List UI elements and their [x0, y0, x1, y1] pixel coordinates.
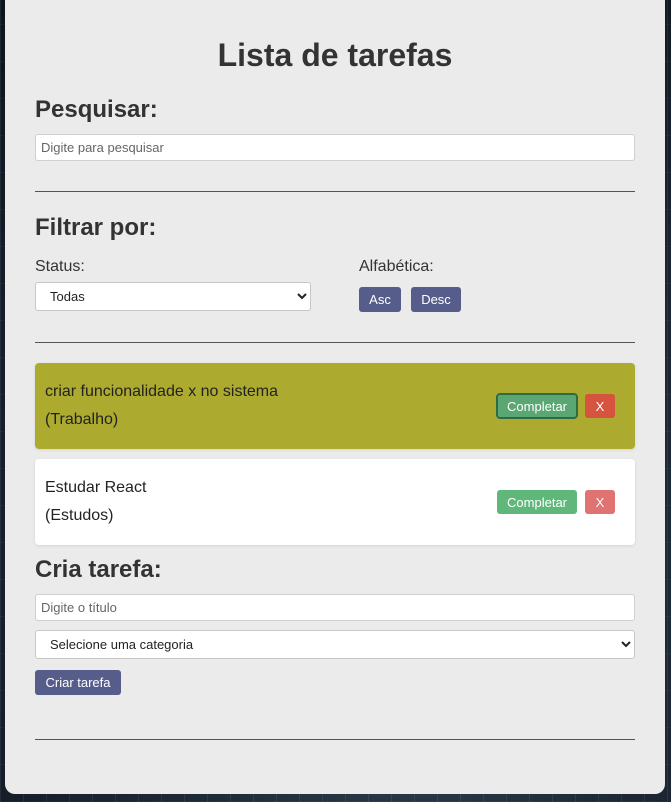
remove-task-button[interactable]: X — [585, 394, 615, 418]
category-select[interactable]: Selecione uma categoria — [35, 630, 635, 659]
task-category: (Trabalho) — [45, 411, 119, 428]
remove-task-button[interactable]: X — [585, 490, 615, 514]
search-section-title: Pesquisar: — [35, 96, 158, 123]
task-item: Estudar React (Estudos) Completar X — [35, 459, 635, 545]
task-text: Estudar React (Estudos) — [45, 474, 497, 530]
todo-app-panel: Lista de tarefas Pesquisar: Filtrar por:… — [5, 0, 665, 794]
task-item: criar funcionalidade x no sistema (Traba… — [35, 363, 635, 449]
complete-task-button[interactable]: Completar — [497, 490, 577, 514]
status-label: Status: — [35, 258, 85, 275]
filter-controls: Status: Todas Alfabética: Asc Desc — [35, 258, 635, 312]
divider — [35, 739, 635, 740]
task-title: Estudar React — [45, 479, 147, 496]
divider — [35, 191, 635, 192]
task-title-input[interactable] — [35, 594, 635, 621]
sort-asc-button[interactable]: Asc — [359, 287, 401, 312]
create-section-title: Cria tarefa: — [35, 556, 162, 583]
search-input[interactable] — [35, 134, 635, 161]
task-text: criar funcionalidade x no sistema (Traba… — [45, 378, 497, 434]
alphabetical-label: Alfabética: — [359, 258, 434, 275]
complete-task-button[interactable]: Completar — [496, 393, 578, 419]
status-filter: Status: Todas — [35, 258, 359, 312]
task-category: (Estudos) — [45, 507, 114, 524]
status-select[interactable]: Todas — [35, 282, 311, 311]
filter-section-title: Filtrar por: — [35, 214, 157, 241]
create-task-button[interactable]: Criar tarefa — [35, 670, 121, 695]
task-title: criar funcionalidade x no sistema — [45, 383, 279, 400]
divider — [35, 342, 635, 343]
sort-desc-button[interactable]: Desc — [411, 287, 461, 312]
task-list: criar funcionalidade x no sistema (Traba… — [35, 363, 635, 545]
alphabetical-filter: Alfabética: Asc Desc — [359, 258, 461, 312]
page-title: Lista de tarefas — [217, 37, 453, 73]
